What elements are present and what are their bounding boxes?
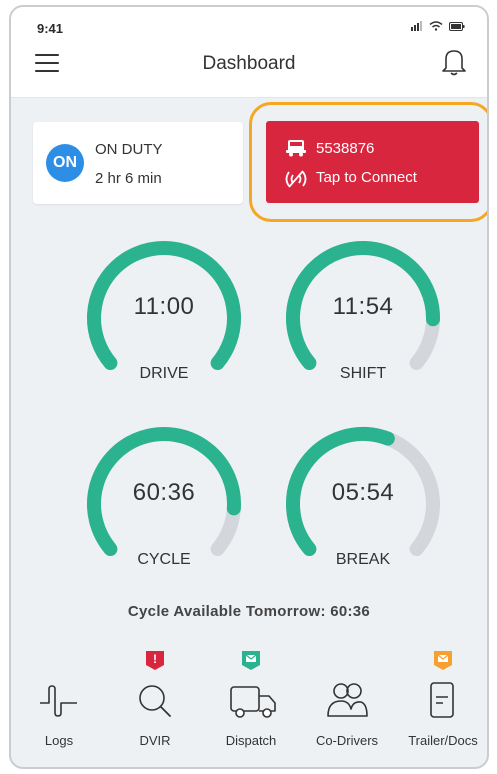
gauge-label: DRIVE [139,365,189,382]
top-bar: 9:41 Dashboard [11,7,487,98]
shift-gauge[interactable]: 11:54 SHIFT [278,233,448,403]
bell-icon [442,50,466,76]
wifi-icon [429,21,443,31]
cycle-available-text: Cycle Available Tomorrow: 60:36 [127,603,371,620]
gauge-value: 11:54 [332,293,394,320]
gauge-label: BREAK [335,551,391,568]
battery-icon [449,21,465,31]
nav-label: Trailer/Docs [408,733,478,748]
mail-badge [240,649,262,671]
signal-icon [411,21,422,31]
gauge-value: 05:54 [331,479,395,506]
nav-dispatch[interactable]: Dispatch [203,637,299,757]
mail-badge [432,649,454,671]
users-icon [327,683,368,717]
alert-badge: ! [144,649,166,671]
page-title: Dashboard [202,53,296,74]
break-gauge[interactable]: 05:54 BREAK [278,419,448,589]
gauge-value: 11:00 [133,293,195,320]
nav-co-drivers[interactable]: Co-Drivers [299,637,395,757]
truck-icon [286,140,306,157]
nav-dvir[interactable]: ! DVIR [107,637,203,757]
nav-label: Co-Drivers [315,733,379,748]
search-icon [139,685,171,717]
disconnected-icon [285,170,307,188]
nav-label: DVIR [139,733,171,748]
device-frame: 9:41 Dashboard ON ON DUTY 2 hr 6 min 553… [9,5,489,769]
drive-gauge[interactable]: 11:00 DRIVE [79,233,249,403]
nav-logs[interactable]: Logs [11,637,107,757]
document-icon [430,682,454,718]
connect-label: Tap to Connect [316,169,417,186]
vehicle-id: 5538876 [316,140,375,157]
cycle-gauge[interactable]: 60:36 CYCLE [79,419,249,589]
gauge-label: CYCLE [137,551,191,568]
notifications-button[interactable] [441,47,467,82]
truck-icon [230,686,276,718]
gauge-label: SHIFT [339,365,387,382]
nav-trailer-docs[interactable]: Trailer/Docs [395,637,487,757]
duty-status-card[interactable]: ON ON DUTY 2 hr 6 min [33,122,243,204]
logs-icon [40,685,77,717]
system-icons [411,21,465,31]
status-time: 9:41 [37,21,64,36]
gauge-value: 60:36 [132,479,196,506]
bottom-nav: Logs ! DVIR Dispatch Co-Drivers Trailer/… [11,637,487,757]
nav-label: Dispatch [225,733,277,748]
duty-elapsed-time: 2 hr 6 min [95,170,162,187]
nav-label: Logs [44,733,74,748]
duty-badge: ON [46,144,84,182]
duty-status-text: ON DUTY [95,141,163,158]
svg-text:!: ! [153,652,157,666]
connect-vehicle-button[interactable]: 5538876 Tap to Connect [266,121,479,203]
